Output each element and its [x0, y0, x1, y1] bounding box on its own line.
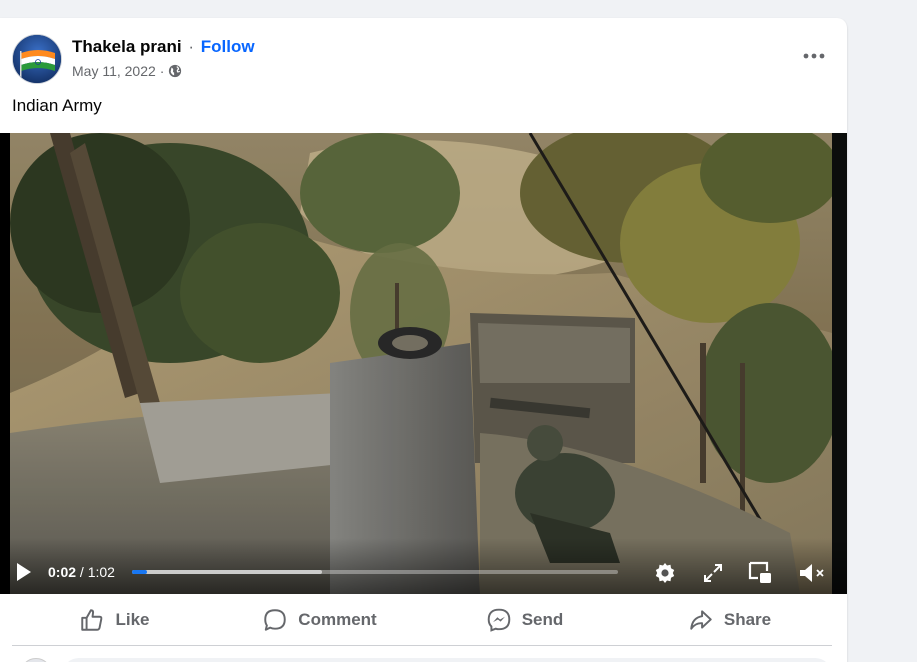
share-button[interactable]: Share [627, 598, 832, 642]
time-display: 0:02 / 1:02 [48, 564, 115, 580]
more-options-button[interactable] [796, 44, 832, 68]
flag-avatar-image [13, 35, 61, 83]
video-progress-bar[interactable] [132, 570, 618, 574]
messenger-icon [487, 608, 510, 632]
post-meta: May 11, 2022 · [72, 63, 182, 79]
settings-icon [655, 563, 675, 583]
mute-button[interactable] [796, 558, 830, 588]
follow-button[interactable]: Follow [201, 37, 255, 56]
separator-dot: · [188, 37, 195, 56]
duration: 1:02 [87, 564, 115, 580]
comment-icon [264, 609, 287, 631]
video-right-edge [832, 133, 847, 594]
video-controls: 0:02 / 1:02 [0, 538, 847, 594]
actions-divider [12, 645, 832, 646]
video-player[interactable]: 0:02 / 1:02 [0, 133, 847, 594]
post-card: Thakela prani · Follow May 11, 2022 · In… [0, 18, 847, 662]
comment-input[interactable] [62, 658, 832, 662]
post-text: Indian Army [12, 96, 102, 115]
video-frame[interactable] [10, 133, 832, 594]
video-scene-image [10, 133, 832, 594]
muted-volume-icon [800, 564, 824, 582]
share-icon [690, 610, 712, 630]
author-name[interactable]: Thakela prani [72, 37, 182, 56]
comment-button[interactable]: Comment [217, 598, 422, 642]
fullscreen-button[interactable] [700, 560, 726, 586]
time-separator: / [79, 564, 84, 580]
play-button[interactable] [12, 560, 36, 584]
comment-label: Comment [298, 610, 377, 629]
like-label: Like [115, 610, 150, 629]
author-avatar[interactable] [12, 34, 62, 84]
viewer-avatar[interactable] [20, 658, 52, 662]
play-icon [17, 563, 31, 581]
buffered-bar [132, 570, 322, 574]
post-header: Thakela prani · Follow May 11, 2022 · [12, 34, 832, 84]
send-button[interactable]: Send [422, 598, 627, 642]
picture-in-picture-icon [748, 561, 771, 583]
comment-composer [12, 656, 832, 662]
fullscreen-icon [704, 564, 722, 582]
picture-in-picture-button[interactable] [745, 558, 775, 588]
like-icon [81, 609, 103, 631]
author-line: Thakela prani · Follow [72, 37, 255, 57]
globe-icon[interactable] [168, 64, 182, 78]
send-label: Send [521, 610, 564, 629]
meta-separator-dot: · [159, 63, 165, 79]
played-bar [132, 570, 147, 574]
more-horizontal-icon [803, 53, 825, 59]
post-date[interactable]: May 11, 2022 [72, 63, 156, 79]
like-button[interactable]: Like [12, 598, 217, 642]
post-actions: Like Comment Send Share [12, 598, 832, 642]
settings-button[interactable] [652, 560, 678, 586]
current-time: 0:02 [48, 564, 77, 580]
share-label: Share [723, 610, 772, 629]
